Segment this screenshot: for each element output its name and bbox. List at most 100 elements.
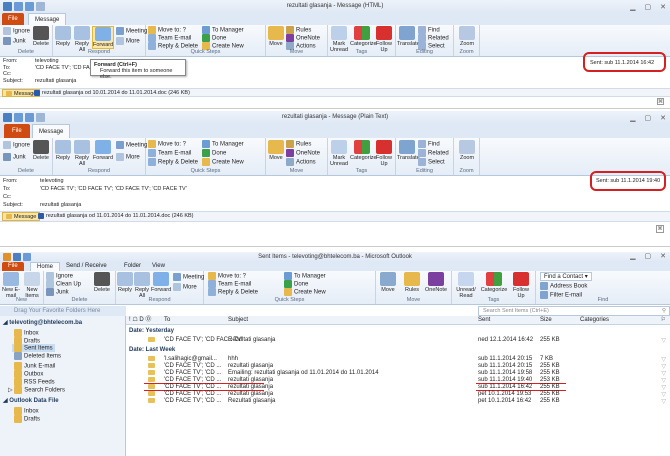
reply-button[interactable]: Reply [55, 26, 71, 47]
move-button[interactable]: Move [378, 272, 398, 293]
onenote-button[interactable]: OneNote [286, 34, 320, 42]
undo-icon[interactable] [14, 2, 23, 11]
ignore-button[interactable]: Ignore [3, 27, 30, 35]
actions-button[interactable]: Actions [286, 158, 316, 166]
follow-up-button[interactable]: Follow Up [510, 272, 532, 299]
flag-icon[interactable]: ▽ [661, 356, 666, 363]
nav-folder-junk[interactable]: Junk E-mail [14, 362, 55, 370]
to-value[interactable]: 'CD FACE TV'; 'CD FACE TV'; 'CD FACE TV'… [40, 186, 187, 192]
tab-file[interactable]: File [2, 262, 24, 271]
flag-icon[interactable]: ▽ [661, 384, 666, 391]
quick-move-to[interactable]: Move to: ? [208, 272, 246, 280]
search-input[interactable]: Search Sent Items (Ctrl+E) ⚲ [478, 306, 670, 316]
table-row[interactable]: 'CD FACE TV'; 'CD ... rezultati glasanja s… [126, 384, 670, 391]
up-arrow-icon[interactable] [36, 113, 45, 122]
nav-folder-deleted[interactable]: Deleted Items [14, 352, 61, 360]
tab-message[interactable]: Message [28, 13, 67, 25]
delete-button[interactable]: Delete [32, 26, 50, 47]
quick-done[interactable]: Done [202, 34, 226, 42]
table-row[interactable]: 'l.salihagic@gmail... hhh sub 11.1.2014 20… [126, 356, 670, 363]
nav-data-file[interactable]: ◢ Outlook Data File [3, 397, 59, 404]
message-tab-button[interactable]: Message [2, 212, 41, 221]
table-row[interactable]: 'CD FACE TV'; 'CD ... Emailing: rezultati… [126, 370, 670, 377]
delete-button[interactable]: Delete [92, 272, 112, 293]
nav-folder-inbox[interactable]: Inbox [14, 329, 39, 337]
nav-folder-rss[interactable]: RSS Feeds [14, 378, 55, 386]
flag-icon[interactable]: ▽ [661, 391, 666, 398]
nav-data-drafts[interactable]: Drafts [14, 415, 40, 423]
follow-up-button[interactable]: Follow Up [375, 140, 393, 167]
tab-file[interactable]: File [4, 124, 30, 138]
table-row[interactable]: 'CD FACE TV'; 'CD ... rezultati glasanja s… [126, 363, 670, 370]
column-categories[interactable]: Categories [580, 316, 609, 325]
column-to[interactable]: To [164, 316, 170, 325]
mark-unread-button[interactable]: Mark Unread [329, 140, 349, 167]
zoom-button[interactable]: Zoom [457, 26, 477, 47]
flag-icon[interactable]: ▽ [661, 363, 666, 370]
flag-icon[interactable]: ▽ [661, 337, 666, 344]
flag-icon[interactable]: ▽ [661, 398, 666, 405]
quick-to-manager[interactable]: To Manager [202, 140, 244, 148]
meeting-button[interactable]: Meeting [116, 27, 147, 35]
junk-button[interactable]: Junk [46, 288, 69, 296]
address-book-button[interactable]: Address Book [540, 282, 587, 290]
meeting-button[interactable]: Meeting [173, 273, 204, 281]
tab-folder[interactable]: Folder [118, 262, 147, 271]
quick-move-to[interactable]: Move to: ? [148, 26, 186, 34]
group-header[interactable]: Date: Yesterday [126, 328, 670, 335]
tab-send-receive[interactable]: Send / Receive [60, 262, 113, 271]
reply-button[interactable]: Reply [117, 272, 133, 293]
flag-column-icon[interactable]: ⚐ [661, 316, 666, 325]
group-header[interactable]: Date: Last Week [126, 347, 670, 354]
find-button[interactable]: Find [418, 140, 440, 148]
table-row[interactable]: 'CD FACE TV'; 'CD ... Rezultati glasanja p… [126, 398, 670, 405]
find-contact-input[interactable]: Find a Contact ▾ [540, 272, 592, 281]
zoom-button[interactable]: Zoom [457, 140, 477, 161]
column-subject[interactable]: Subject [228, 316, 248, 325]
reply-all-button[interactable]: Reply All [134, 272, 150, 299]
tab-file[interactable]: File [2, 13, 24, 25]
minimize-icon[interactable]: ▁ [630, 252, 635, 262]
column-size[interactable]: Size [540, 316, 552, 325]
undo-icon[interactable] [14, 113, 23, 122]
categorize-button[interactable]: Categorize [480, 272, 508, 293]
attachment-item[interactable]: rezultati glasanja od 10.01.2014 do 11.0… [34, 89, 190, 97]
forward-button[interactable]: Forward [92, 140, 114, 161]
redo-icon[interactable] [25, 2, 34, 11]
nav-folder-outbox[interactable]: Outbox [14, 370, 43, 378]
quick-team-email[interactable]: Team E-mail [148, 34, 191, 42]
ignore-button[interactable]: Ignore [3, 141, 30, 149]
save-icon[interactable] [3, 113, 12, 122]
quick-to-manager[interactable]: To Manager [284, 272, 326, 280]
junk-button[interactable]: Junk [3, 153, 26, 161]
forward-button[interactable]: Forward [151, 272, 171, 293]
send-receive-icon[interactable] [13, 253, 21, 261]
save-icon[interactable] [3, 2, 12, 11]
close-icon[interactable]: ✕ [660, 252, 666, 262]
quick-reply-delete[interactable]: Reply & Delete [208, 288, 258, 296]
table-row[interactable]: 'CD FACE TV'; 'CD ... rezultati glasanja p… [126, 391, 670, 398]
ignore-button[interactable]: Ignore [46, 272, 73, 280]
tab-view[interactable]: View [146, 262, 171, 271]
categorize-button[interactable]: Categorize [350, 26, 377, 47]
quick-create-new[interactable]: Create New [284, 288, 326, 296]
clean-up-button[interactable]: Clean Up [46, 280, 81, 288]
translate-button[interactable]: Translate [397, 140, 420, 161]
resize-icon[interactable]: ⌘ [656, 225, 664, 233]
quick-done[interactable]: Done [284, 280, 308, 288]
table-row[interactable]: 'CD FACE TV'; 'CD FACE TV' Rezultati glas… [126, 337, 670, 344]
rules-button[interactable]: Rules [286, 26, 311, 34]
nav-folder-search[interactable]: ▷ Search Folders [8, 386, 65, 394]
related-button[interactable]: Related [418, 34, 449, 42]
search-icon[interactable]: ⚲ [662, 307, 666, 316]
flag-icon[interactable]: ▽ [661, 370, 666, 377]
find-button[interactable]: Find [418, 26, 440, 34]
maximize-icon[interactable]: ▢ [645, 252, 652, 262]
column-sent[interactable]: Sent [478, 316, 490, 325]
attachment-item[interactable]: rezultati glasanja od 11.01.2014 do 11.0… [38, 212, 194, 221]
quick-done[interactable]: Done [202, 149, 226, 157]
move-button[interactable]: Move [268, 26, 284, 47]
nav-data-inbox[interactable]: Inbox [14, 407, 39, 415]
quick-move-to[interactable]: Move to: ? [148, 140, 186, 148]
from-value[interactable]: televoting [40, 178, 64, 184]
